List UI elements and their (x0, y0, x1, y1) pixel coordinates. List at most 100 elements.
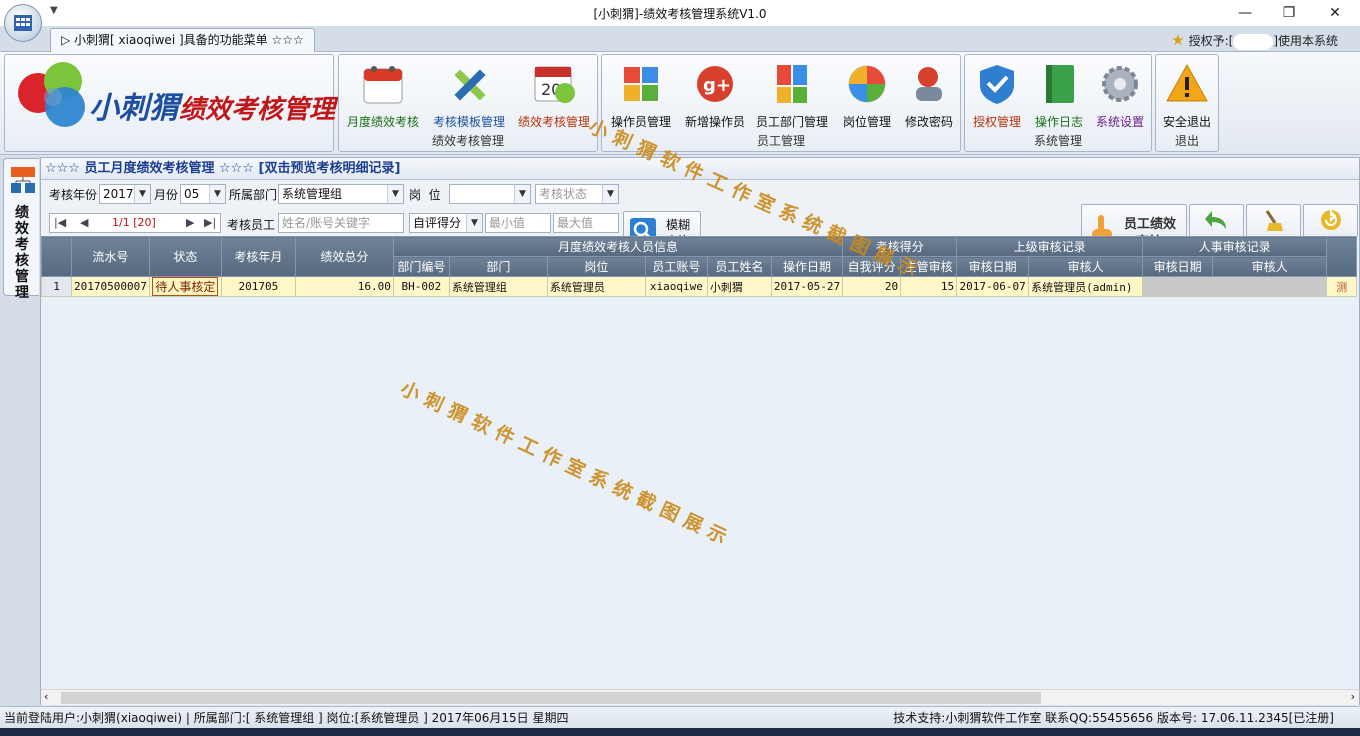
undo-arrow-icon (1205, 211, 1226, 229)
book-icon (1046, 65, 1074, 103)
operation-log-button[interactable]: 操作日志 (1029, 59, 1089, 131)
department-select[interactable]: 系统管理组 ▼ (278, 184, 404, 204)
column-header[interactable]: 员工账号 (644, 256, 708, 277)
title-bar: ▼ [小刺猬]-绩效考核管理系统V1.0 — ❐ ✕ (0, 0, 1360, 26)
group-header: 人事审核记录 (1142, 236, 1328, 257)
table-row[interactable]: 1 20170500007 待人事核定 201705 16.00 BH-002 … (41, 276, 1358, 297)
license-prefix: 授权予:[ (1188, 34, 1234, 48)
status-badge: 待人事核定 (152, 277, 219, 296)
scroll-left-icon[interactable]: ‹ (44, 690, 48, 703)
calendar-clock-icon: 20 (534, 66, 575, 103)
group-exit: 安全退出 退出 (1155, 54, 1219, 152)
column-header[interactable]: 操作日期 (770, 256, 844, 277)
template-management-button[interactable]: 考核模板管理 (427, 59, 511, 131)
group-label-performance: 绩效考核管理 (431, 134, 504, 148)
license-suffix: ]使用本系统 (1273, 34, 1338, 48)
column-header[interactable]: 考核年月 (220, 236, 296, 277)
column-header[interactable]: 状态 (148, 236, 222, 277)
calendar-icon (363, 66, 403, 104)
column-header[interactable]: 员工姓名 (706, 256, 772, 277)
department-management-button[interactable]: 员工部门管理 (752, 59, 832, 131)
max-score-input[interactable]: 最大值 (553, 213, 619, 233)
scrollbar-thumb[interactable] (61, 692, 1041, 704)
last-page-button[interactable]: ▶| (204, 216, 216, 229)
cell-account: xiaoqiwe (644, 276, 708, 297)
month-select[interactable]: 05 ▼ (180, 184, 226, 204)
shield-icon (980, 65, 1014, 104)
safe-exit-button[interactable]: 安全退出 (1158, 59, 1216, 131)
column-header[interactable]: 审核日期 (1142, 256, 1214, 277)
refresh-icon (1321, 209, 1341, 230)
next-page-button[interactable]: ▶ (186, 216, 194, 229)
chevron-down-icon: ▼ (514, 185, 530, 203)
license-info: ★ 授权予:[]使用本系统 (1171, 31, 1338, 50)
chevron-down-icon: ▼ (134, 185, 150, 203)
google-plus-icon: g+ (697, 66, 733, 102)
license-name-masked (1233, 33, 1274, 50)
cell-name: 小刺猬 (706, 276, 772, 297)
group-header: 上级审核记录 (956, 236, 1144, 257)
authorization-button[interactable]: 授权管理 (969, 59, 1025, 131)
review-status-select[interactable]: 考核状态 ▼ (535, 184, 619, 204)
review-grid: 流水号 状态 考核年月 绩效总分 月度绩效考核人员信息 考核得分 上级审核记录 … (41, 236, 1359, 691)
cell-status: 待人事核定 (148, 276, 222, 297)
add-operator-button[interactable]: g+ 新增操作员 (680, 59, 750, 131)
column-header[interactable]: 审核人 (1212, 256, 1328, 277)
pager: |◀ ◀ 1/1 [20] ▶ ▶| (49, 213, 221, 233)
cell-hr-auditor (1212, 276, 1328, 297)
year-select[interactable]: 2017 ▼ (99, 184, 151, 204)
column-header-overflow (1326, 236, 1358, 277)
ribbon: 小刺猬绩效考核管理 月度绩效考核 考核模板管理 20 绩效考核管理 绩效考核管理… (0, 52, 1360, 155)
column-header[interactable]: 部门 (448, 256, 548, 277)
review-table: 流水号 状态 考核年月 绩效总分 月度绩效考核人员信息 考核得分 上级审核记录 … (41, 236, 1358, 297)
logo-circles-icon (18, 62, 85, 127)
cell-overflow: 测 (1326, 276, 1358, 297)
sidebar-tab-performance[interactable]: 绩效考核管理 (3, 158, 39, 301)
min-score-input[interactable]: 最小值 (485, 213, 551, 233)
column-header[interactable]: 流水号 (71, 236, 150, 277)
column-header[interactable]: 审核人 (1028, 256, 1144, 277)
cell-op-date: 2017-05-27 (770, 276, 844, 297)
monthly-review-button[interactable]: 月度绩效考核 (343, 59, 423, 131)
column-header[interactable]: 部门编号 (392, 256, 450, 277)
row-number-header (41, 236, 72, 277)
chevron-down-icon: ▼ (466, 214, 482, 232)
close-button[interactable]: ✕ (1320, 3, 1350, 23)
gear-icon (1102, 66, 1138, 102)
post-select[interactable]: ▼ (449, 184, 531, 204)
score-type-select[interactable]: 自评得分 ▼ (409, 213, 483, 233)
column-header[interactable]: 绩效总分 (294, 236, 394, 277)
employee-search-input[interactable]: 姓名/账号关键字 (278, 213, 404, 233)
column-header[interactable]: 岗位 (546, 256, 646, 277)
group-performance: 月度绩效考核 考核模板管理 20 绩效考核管理 绩效考核管理 (338, 54, 598, 152)
user-key-icon (916, 67, 942, 101)
cell-self-score: 20 (842, 276, 902, 297)
prev-page-button[interactable]: ◀ (80, 216, 88, 229)
change-password-button[interactable]: 修改密码 (898, 59, 960, 131)
post-management-button[interactable]: 岗位管理 (836, 59, 898, 131)
column-header[interactable]: 审核日期 (956, 256, 1030, 277)
sidebar-tab-label: 绩效考核管理 (15, 205, 29, 301)
cell-total: 16.00 (294, 276, 394, 297)
pencil-ruler-icon (454, 69, 486, 101)
broom-icon (1265, 210, 1283, 231)
filter-bar: 考核年份 2017 ▼ 月份 05 ▼ 所属部门 系统管理组 ▼ 岗 位 ▼ 考核状态… (41, 180, 1359, 256)
minimize-button[interactable]: — (1230, 3, 1260, 23)
performance-management-button[interactable]: 20 绩效考核管理 (513, 59, 595, 131)
logo-text: 小刺猬绩效考核管理 (89, 91, 336, 126)
app-menu-button[interactable] (4, 4, 42, 42)
cell-dept-no: BH-002 (392, 276, 450, 297)
horizontal-scrollbar[interactable]: ‹ › (41, 689, 1359, 705)
scroll-right-icon[interactable]: › (1351, 690, 1355, 703)
first-page-button[interactable]: |◀ (54, 216, 66, 229)
row-number: 1 (41, 276, 72, 297)
page-info: 1/1 [20] (112, 216, 156, 229)
system-settings-button[interactable]: 系统设置 (1091, 59, 1149, 131)
function-menu-tab[interactable]: ▷ 小刺猬[ xiaoqiwei ]具备的功能菜单 ☆☆☆ (50, 28, 315, 52)
main-panel: ☆☆☆ 员工月度绩效考核管理 ☆☆☆ [双击预览考核明细记录] 考核年份 201… (40, 157, 1360, 705)
maximize-button[interactable]: ❐ (1274, 3, 1304, 23)
pieces-icon (777, 65, 807, 103)
grid-icon (14, 15, 32, 31)
warning-icon (1166, 63, 1208, 102)
group-header: 月度绩效考核人员信息 (392, 236, 844, 257)
